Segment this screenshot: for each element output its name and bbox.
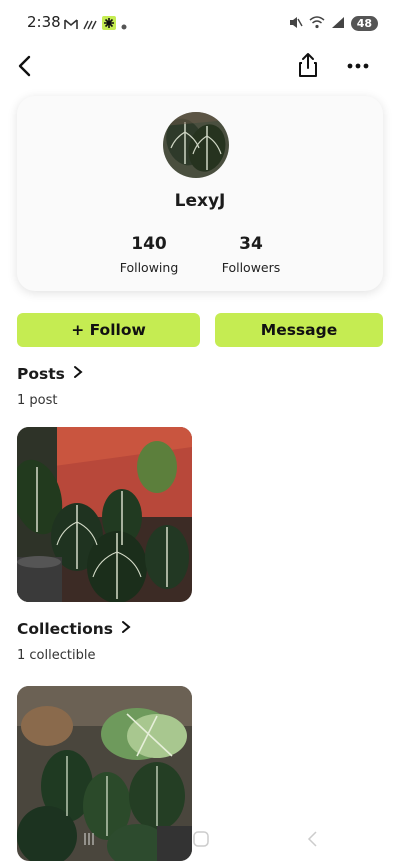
gmail-icon (64, 15, 78, 34)
share-button[interactable] (296, 52, 320, 78)
status-time: 2:38 (27, 13, 61, 31)
chevron-right-icon (121, 620, 131, 638)
followers-label[interactable]: Followers (191, 260, 311, 275)
nav-back-icon[interactable] (306, 830, 318, 852)
back-arrow-icon (18, 55, 31, 77)
message-button[interactable]: Message (215, 313, 383, 347)
recent-apps-icon[interactable] (82, 831, 96, 851)
posts-count: 1 post (17, 393, 58, 408)
posts-title: Posts (17, 365, 65, 383)
collections-title: Collections (17, 620, 113, 638)
collections-count: 1 collectible (17, 648, 96, 663)
profile-card: LexyJ 140 Following 34 Followers (17, 96, 383, 291)
more-button[interactable] (344, 54, 372, 78)
top-bar (0, 46, 400, 86)
home-icon[interactable] (192, 830, 210, 852)
posts-section-header[interactable]: Posts (17, 365, 83, 383)
username: LexyJ (174, 191, 226, 211)
app-icon (102, 15, 116, 34)
follow-button[interactable]: + Follow (17, 313, 200, 347)
system-nav-bar (0, 825, 400, 855)
status-bar: 2:38 48 (0, 0, 400, 46)
mute-icon (289, 14, 303, 33)
status-right-icons: 48 (289, 14, 378, 33)
signal-lines-icon (83, 15, 97, 34)
avatar[interactable] (163, 112, 229, 178)
status-left-icons (64, 15, 127, 34)
chevron-right-icon (73, 365, 83, 383)
post-thumbnail[interactable] (17, 427, 192, 602)
collections-section-header[interactable]: Collections (17, 620, 131, 638)
wifi-icon (309, 14, 325, 33)
followers-count[interactable]: 34 (191, 234, 311, 254)
battery-indicator: 48 (350, 16, 378, 31)
more-dots-icon (347, 63, 369, 69)
dot-icon (121, 15, 127, 34)
cell-signal-icon (331, 14, 345, 33)
back-button[interactable] (14, 54, 38, 78)
share-icon (299, 53, 317, 77)
